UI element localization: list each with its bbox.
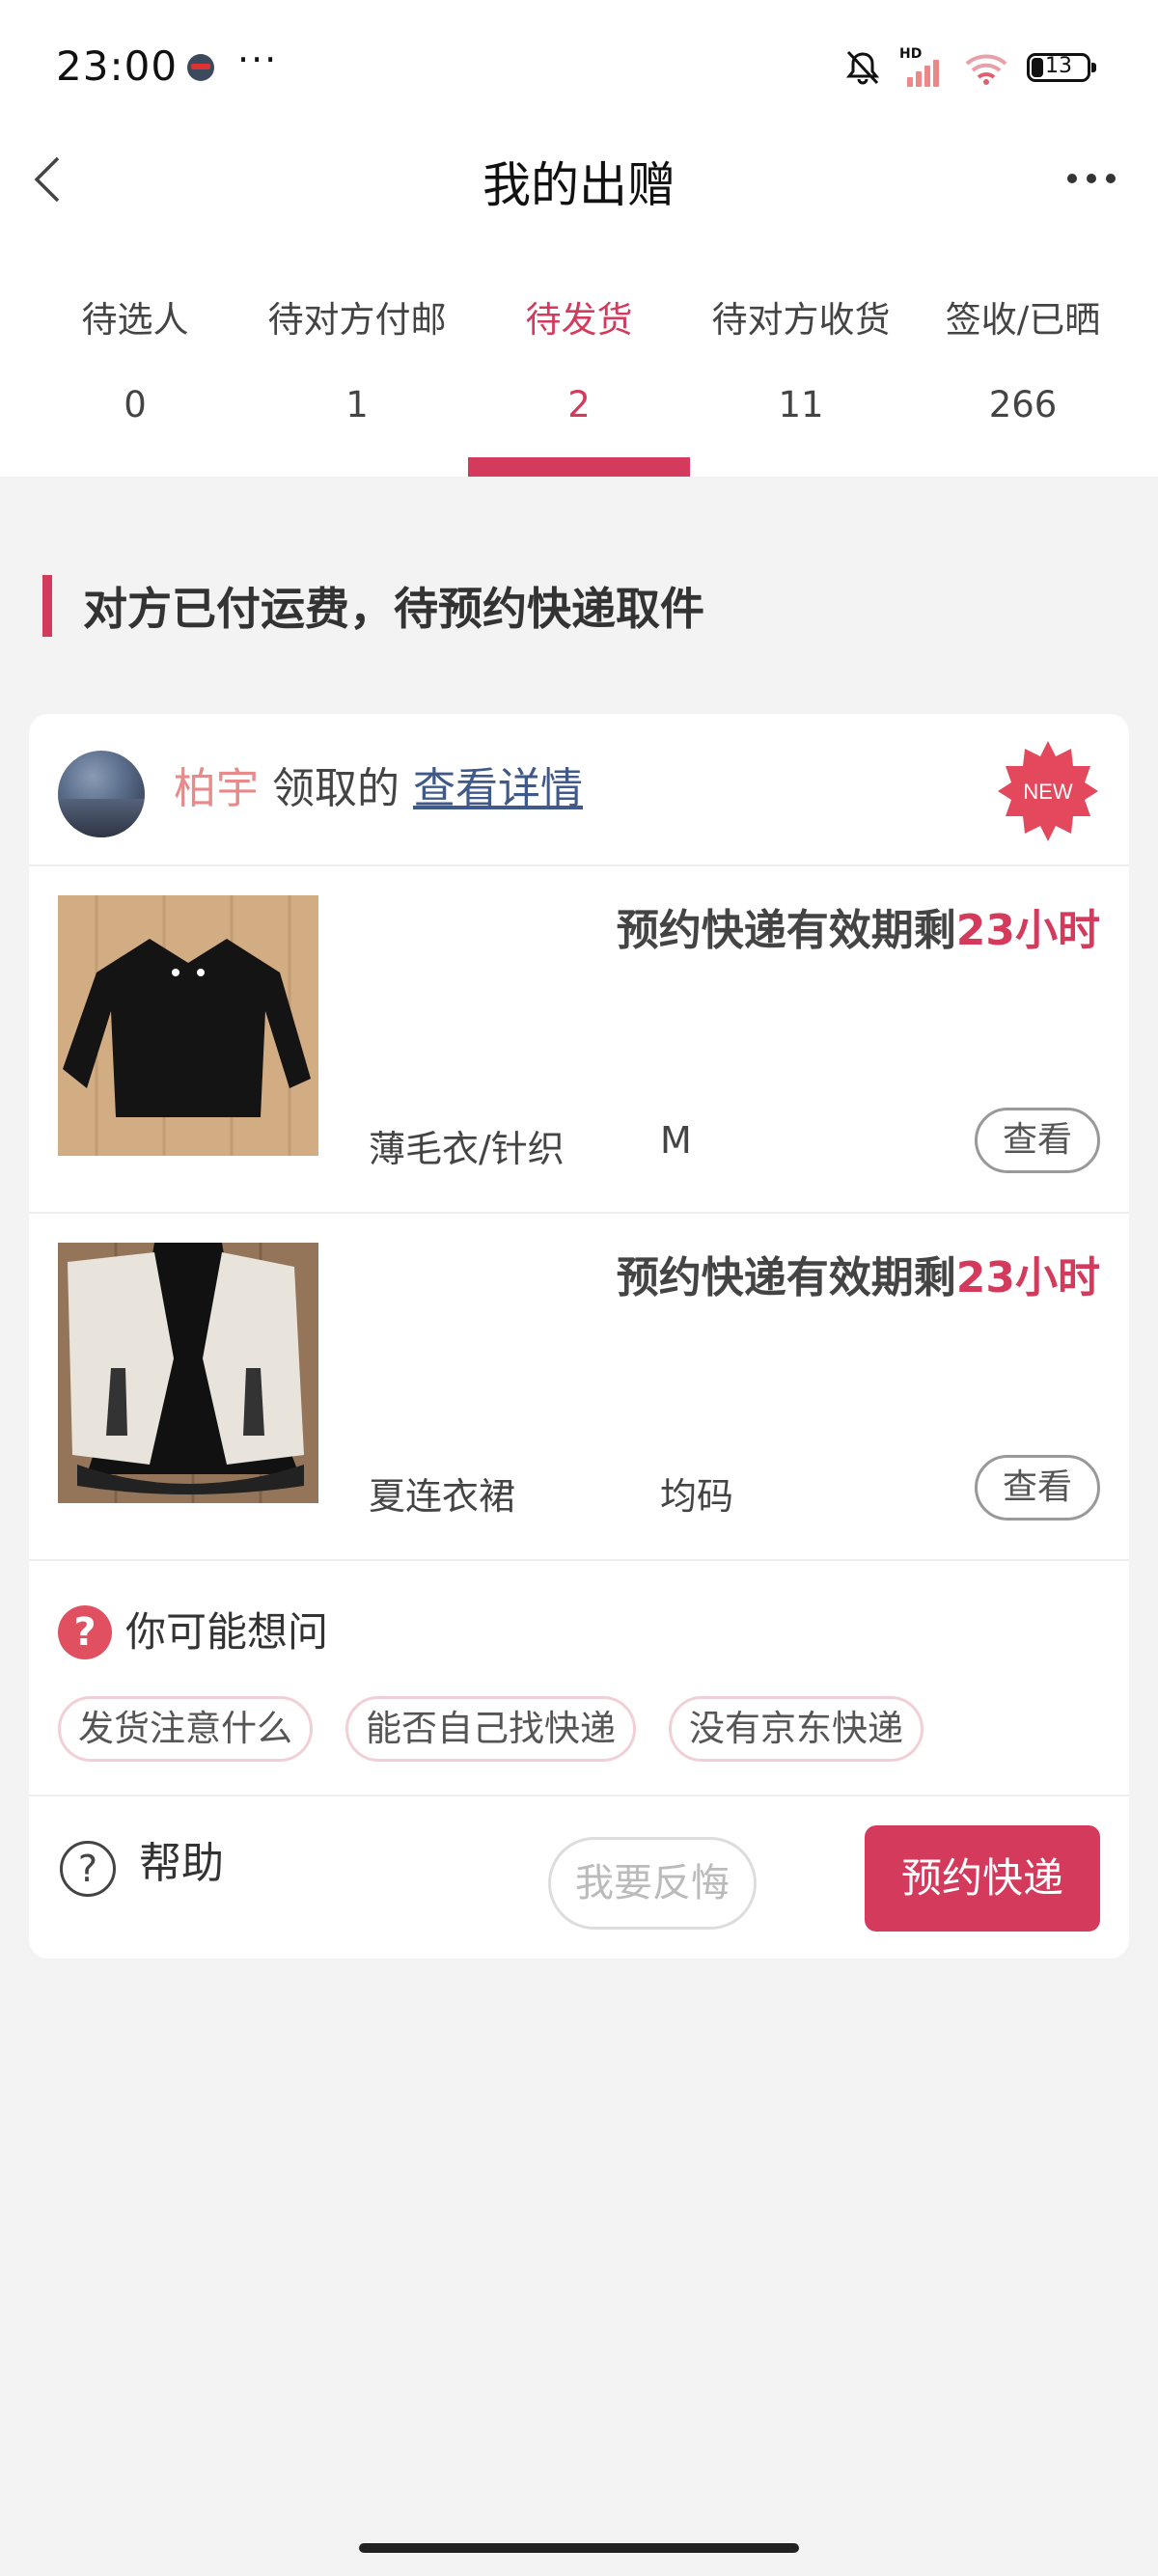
battery-icon: 13 bbox=[1027, 53, 1096, 82]
page-title: 我的出赠 bbox=[482, 157, 676, 213]
list-item[interactable]: 预约快递有效期剩23小时 夏连衣裙 均码 查看 bbox=[29, 1214, 1129, 1561]
nav-bar: 我的出赠 bbox=[0, 135, 1158, 241]
tab-label: 待对方付邮 bbox=[267, 299, 447, 341]
view-details-link[interactable]: 查看详情 bbox=[413, 764, 583, 813]
card-actions: ? 帮助 我要反悔 预约快递 bbox=[29, 1796, 1129, 1959]
status-tabs: 待选人 0 待对方付邮 1 待发货 2 待对方收货 11 签收/已晒 266 bbox=[0, 299, 1158, 477]
deadline-prefix: 预约快递有效期剩 bbox=[616, 906, 956, 955]
faq-chip-own-courier[interactable]: 能否自己找快递 bbox=[345, 1696, 636, 1762]
deadline-hours: 23小时 bbox=[955, 1253, 1100, 1302]
mute-bell-icon bbox=[845, 50, 880, 85]
booking-deadline: 预约快递有效期剩23小时 bbox=[617, 895, 1100, 957]
wifi-icon bbox=[965, 54, 1007, 85]
more-options-icon[interactable] bbox=[1067, 174, 1116, 183]
status-more-icon: ··· bbox=[237, 39, 279, 81]
tab-count: 0 bbox=[124, 384, 147, 425]
status-time: 23:00 bbox=[56, 42, 179, 90]
faq-chip-no-jd-express[interactable]: 没有京东快递 bbox=[669, 1696, 924, 1762]
faq-chip-shipping-notes[interactable]: 发货注意什么 bbox=[58, 1696, 313, 1762]
tab-pending-selection[interactable]: 待选人 0 bbox=[24, 299, 246, 477]
signal-icon: HD bbox=[899, 46, 946, 87]
tab-count: 266 bbox=[988, 384, 1058, 425]
section-accent-bar bbox=[42, 575, 52, 637]
recipient-name[interactable]: 柏宇 bbox=[174, 764, 259, 813]
tab-label: 待选人 bbox=[81, 299, 189, 341]
tab-label: 签收/已晒 bbox=[945, 299, 1101, 341]
help-label[interactable]: 帮助 bbox=[139, 1835, 224, 1893]
booking-deadline: 预约快递有效期剩23小时 bbox=[617, 1243, 1100, 1304]
tab-pending-postage[interactable]: 待对方付邮 1 bbox=[246, 299, 468, 477]
deadline-prefix: 预约快递有效期剩 bbox=[616, 1253, 956, 1302]
view-item-button[interactable]: 查看 bbox=[975, 1108, 1100, 1173]
status-bar: 23:00 ··· HD 13 bbox=[0, 0, 1158, 135]
tab-label: 待发货 bbox=[525, 299, 633, 341]
item-category: 夏连衣裙 bbox=[369, 1475, 516, 1518]
tab-pending-shipment[interactable]: 待发货 2 bbox=[468, 299, 690, 477]
item-photo[interactable] bbox=[58, 1243, 318, 1503]
battery-level: 13 bbox=[1045, 54, 1072, 78]
tab-count: 1 bbox=[345, 384, 369, 425]
tab-label: 待对方收货 bbox=[711, 299, 891, 341]
order-card: 柏宇领取的查看详情 NEW 预约快递有效期剩23小时 薄毛衣/针织 M 查看 bbox=[29, 714, 1129, 1959]
question-mark-icon: ? bbox=[58, 1605, 112, 1659]
app-notification-icon bbox=[187, 54, 214, 81]
new-badge-icon: NEW bbox=[998, 741, 1098, 841]
deadline-hours: 23小时 bbox=[955, 906, 1100, 955]
avatar[interactable] bbox=[58, 751, 145, 837]
card-header: 柏宇 领取的 查看详情 NEW bbox=[29, 714, 1129, 866]
regret-button[interactable]: 我要反悔 bbox=[548, 1837, 757, 1930]
recipient-line: 柏宇 领取的 查看详情 bbox=[174, 760, 583, 818]
claimed-text: 领取的 bbox=[272, 764, 400, 813]
tab-pending-receipt[interactable]: 待对方收货 11 bbox=[690, 299, 912, 477]
section-heading-text: 对方已付运费，待预约快递取件 bbox=[83, 583, 704, 635]
faq-section: ? 你可能想问 发货注意什么 能否自己找快递 没有京东快递 bbox=[29, 1561, 1129, 1796]
help-icon[interactable]: ? bbox=[60, 1841, 116, 1897]
tab-received[interactable]: 签收/已晒 266 bbox=[912, 299, 1134, 477]
item-category: 薄毛衣/针织 bbox=[369, 1128, 565, 1170]
view-item-button[interactable]: 查看 bbox=[975, 1455, 1100, 1521]
book-courier-button[interactable]: 预约快递 bbox=[865, 1825, 1100, 1932]
tab-count: 11 bbox=[778, 384, 824, 425]
list-item[interactable]: 预约快递有效期剩23小时 薄毛衣/针织 M 查看 bbox=[29, 866, 1129, 1214]
faq-title: 你可能想问 bbox=[125, 1608, 329, 1656]
item-photo[interactable] bbox=[58, 895, 318, 1156]
item-size: 均码 bbox=[660, 1475, 734, 1518]
section-heading: 对方已付运费，待预约快递取件 bbox=[42, 575, 704, 637]
new-badge-label: NEW bbox=[1023, 780, 1073, 804]
faq-chips: 发货注意什么 能否自己找快递 没有京东快递 bbox=[58, 1696, 924, 1762]
item-size: M bbox=[660, 1119, 692, 1162]
tab-count: 2 bbox=[567, 384, 591, 425]
home-indicator[interactable] bbox=[359, 2543, 799, 2553]
